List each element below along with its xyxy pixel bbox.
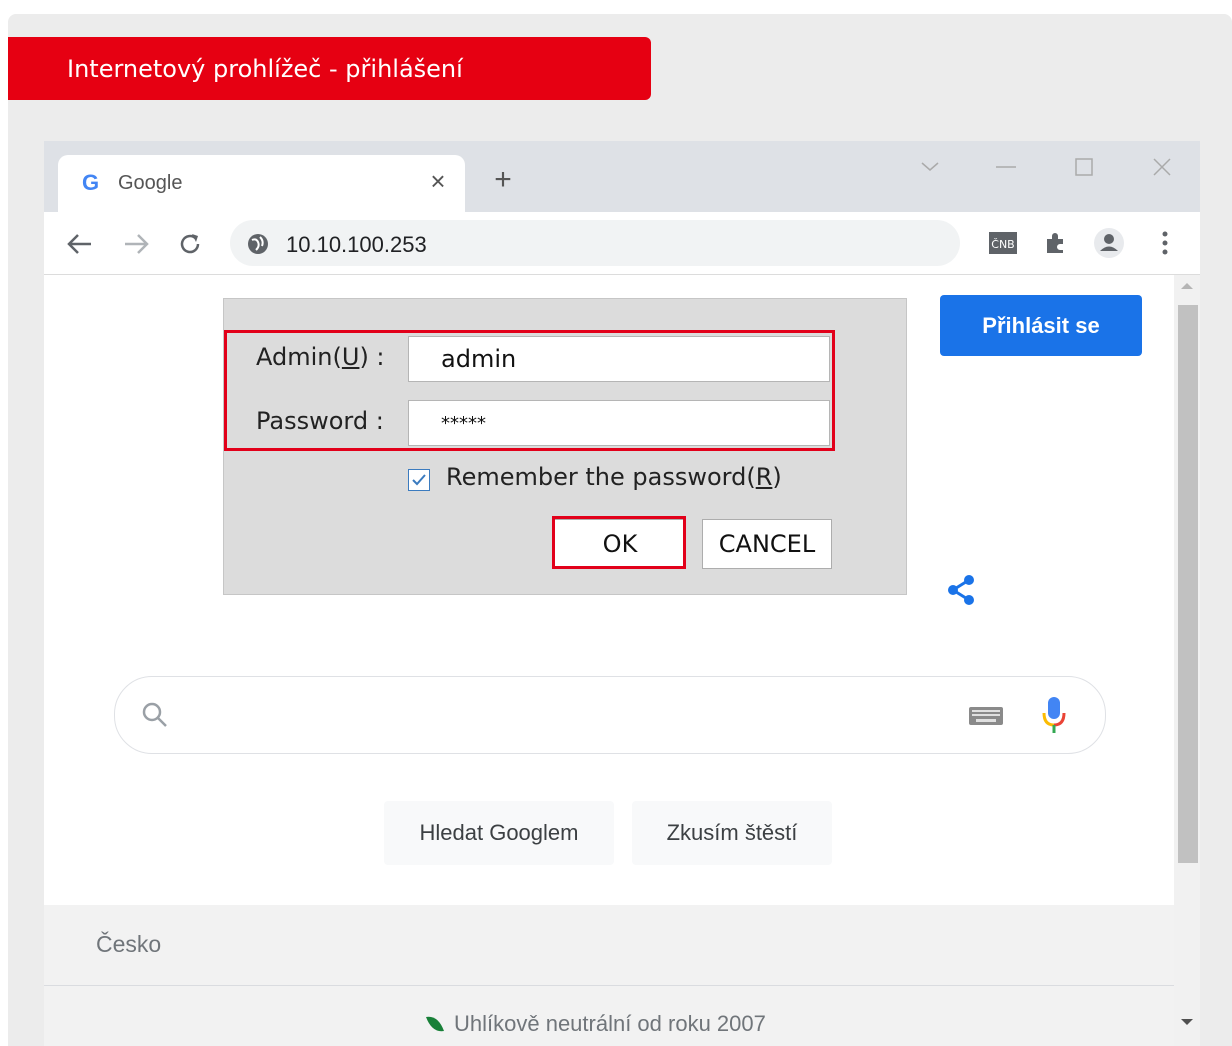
- minimize-icon[interactable]: [986, 149, 1026, 185]
- login-dialog: Admin(U) : admin Password : ***** Rememb…: [223, 298, 907, 595]
- new-tab-button[interactable]: +: [488, 165, 518, 195]
- carbon-neutral-link[interactable]: Uhlíkově neutrální od roku 2007: [424, 1011, 766, 1037]
- back-icon[interactable]: [62, 226, 98, 262]
- credentials-highlight: [224, 330, 835, 451]
- carbon-neutral-text: Uhlíkově neutrální od roku 2007: [454, 1011, 766, 1036]
- menu-icon[interactable]: [1150, 228, 1180, 258]
- search-icon: [142, 702, 167, 727]
- tab-google[interactable]: G Google ×: [58, 155, 465, 212]
- site-info-icon[interactable]: [246, 232, 270, 256]
- tab-close-icon[interactable]: ×: [424, 167, 452, 195]
- url-text: 10.10.100.253: [286, 232, 427, 257]
- share-icon[interactable]: [944, 573, 978, 607]
- checkmark-icon: [412, 474, 426, 486]
- scroll-up-arrow-icon[interactable]: [1181, 283, 1193, 289]
- im-feeling-lucky-button[interactable]: Zkusím štěstí: [632, 801, 832, 865]
- ok-button-highlight: [552, 516, 686, 569]
- tab-strip: G Google × +: [44, 141, 1200, 212]
- scroll-thumb[interactable]: [1178, 305, 1198, 863]
- maximize-icon[interactable]: [1064, 149, 1104, 185]
- profile-icon[interactable]: [1094, 228, 1124, 258]
- scroll-down-arrow-icon[interactable]: [1181, 1019, 1193, 1025]
- window-close-icon[interactable]: [1142, 149, 1182, 185]
- vertical-scrollbar[interactable]: [1174, 275, 1200, 1046]
- leaf-icon: [426, 1016, 444, 1032]
- google-favicon-icon: G: [82, 170, 100, 195]
- extension-cnb-icon[interactable]: ČNB: [988, 228, 1018, 258]
- banner-title: Internetový prohlížeč - přihlášení: [8, 37, 651, 100]
- address-bar[interactable]: 10.10.100.253: [230, 220, 960, 266]
- microphone-icon[interactable]: [1041, 695, 1067, 735]
- reload-icon[interactable]: [172, 226, 208, 262]
- tab-title: Google: [118, 172, 183, 194]
- country-label: Česko: [96, 931, 162, 957]
- browser-toolbar: 10.10.100.253 ČNB: [44, 212, 1200, 275]
- puzzle-icon[interactable]: [1040, 228, 1070, 258]
- footer-country: Česko: [44, 905, 1174, 986]
- banner-title-text: Internetový prohlížeč - přihlášení: [67, 54, 463, 83]
- google-search-input[interactable]: [114, 676, 1106, 754]
- signin-button[interactable]: Přihlásit se: [940, 295, 1142, 356]
- forward-icon[interactable]: [118, 226, 154, 262]
- cancel-button[interactable]: CANCEL: [702, 519, 832, 569]
- remember-password-checkbox[interactable]: [408, 469, 430, 491]
- remember-password-label: Remember the password(R): [446, 463, 782, 491]
- footer-bottom: Uhlíkově neutrální od roku 2007: [44, 986, 1174, 1046]
- keyboard-icon[interactable]: [969, 705, 1003, 727]
- tab-search-chevron-icon[interactable]: [910, 149, 950, 185]
- google-search-button[interactable]: Hledat Googlem: [384, 801, 614, 865]
- svg-text:ČNB: ČNB: [991, 238, 1014, 251]
